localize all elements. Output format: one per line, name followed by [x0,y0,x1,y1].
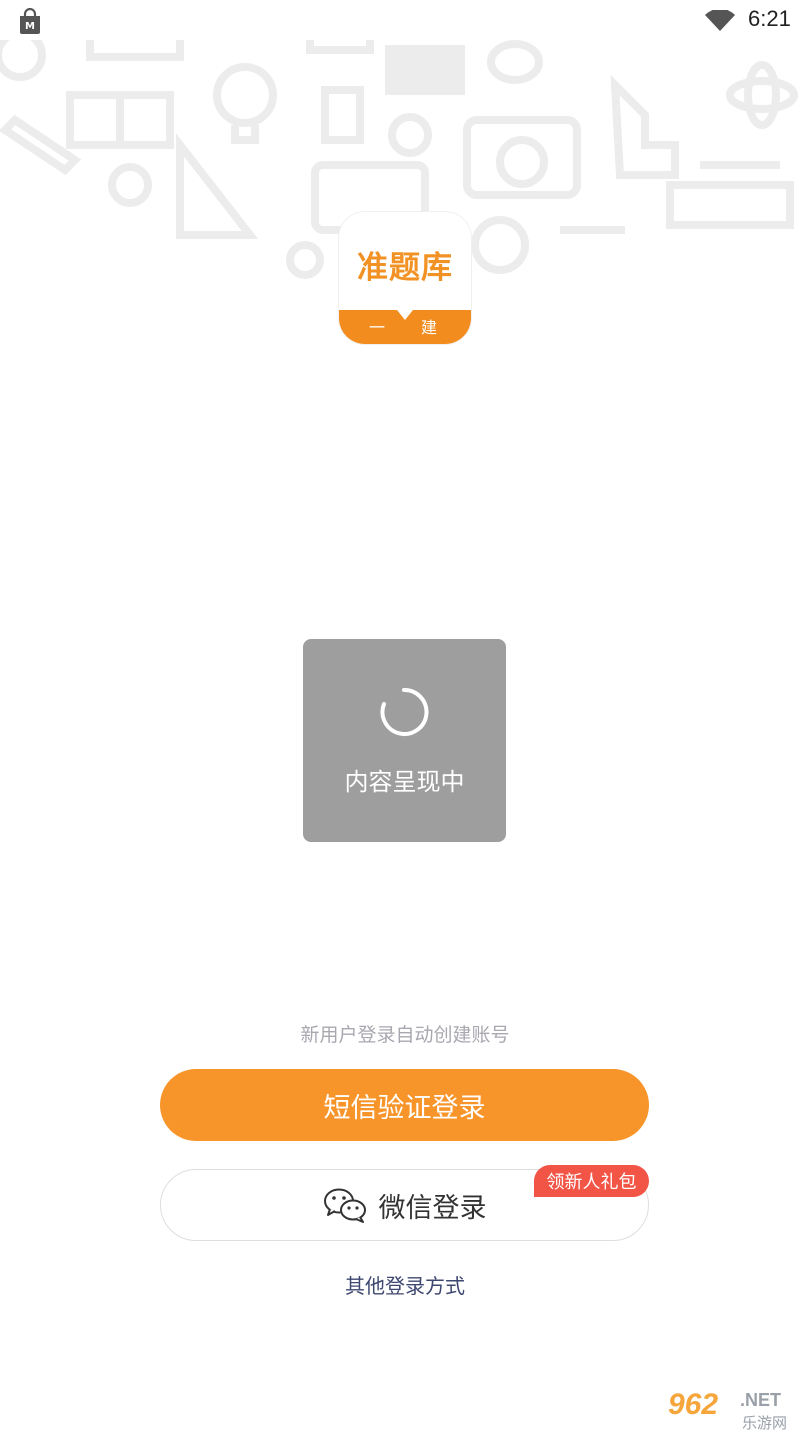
watermark-number: 962 [668,1388,719,1421]
store-bag-icon: M [20,8,40,34]
watermark-site: 乐游网 [742,1414,788,1432]
sms-login-button[interactable]: 短信验证登录 [160,1069,649,1141]
new-user-hint: 新用户登录自动创建账号 [300,1024,510,1046]
loading-text: 内容呈现中 [344,768,465,796]
site-watermark: 962 .NET 乐游网 [668,1388,806,1434]
status-bar: M 6:21 [0,0,810,40]
status-time: 6:21 [748,6,791,31]
other-login-methods-link[interactable]: 其他登录方式 [0,1270,810,1299]
svg-text:M: M [25,21,35,32]
logo-sub-left: 一 [369,318,386,337]
wifi-icon [705,10,735,31]
loading-spinner-icon [380,687,429,736]
watermark-suffix: .NET [740,1390,782,1410]
new-user-gift-badge: 领新人礼包 [534,1165,649,1197]
wechat-icon [323,1188,366,1223]
logo-sub-right: 建 [421,318,438,337]
loading-dialog [303,639,506,842]
logo-ribbon [339,310,471,344]
wechat-login-label: 微信登录 [378,1192,487,1224]
logo-title: 准题库 [357,250,453,286]
app-logo: 准题库 一 建 [339,212,471,344]
